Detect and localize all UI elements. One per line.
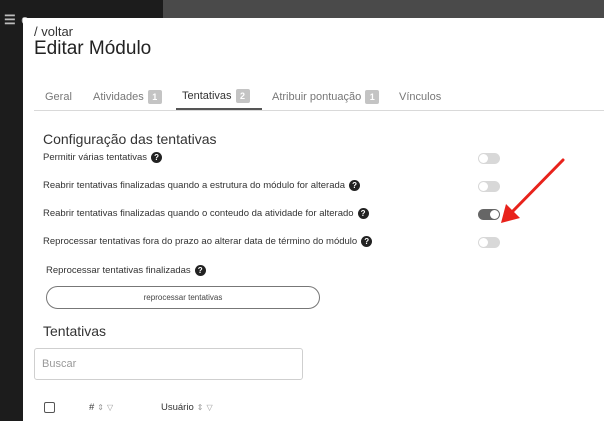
annotation-arrow-icon (501, 158, 565, 223)
